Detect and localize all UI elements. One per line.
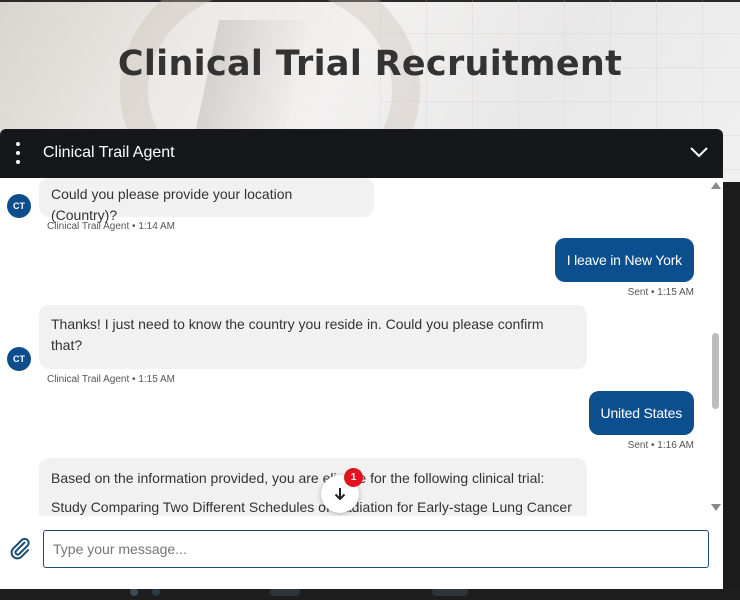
message-input[interactable]: [43, 530, 709, 568]
scrollbar-thumb[interactable]: [712, 333, 719, 409]
decoration-dot: [130, 588, 138, 596]
scrollbar[interactable]: [708, 178, 723, 516]
chat-header: Clinical Trail Agent: [0, 129, 723, 178]
user-message: I leave in New York: [554, 238, 694, 282]
scroll-down-icon[interactable]: [711, 504, 721, 511]
message-meta: Clinical Trail Agent • 1:15 AM: [47, 374, 176, 385]
background-decoration: [0, 588, 740, 600]
chat-title: Clinical Trail Agent: [43, 144, 175, 161]
chevron-down-icon[interactable]: [689, 143, 709, 161]
paperclip-icon[interactable]: [8, 536, 32, 560]
kebab-menu-icon[interactable]: [13, 142, 23, 164]
avatar: CT: [7, 194, 31, 218]
message-meta: Clinical Trail Agent • 1:14 AM: [47, 221, 176, 232]
composer: [0, 516, 723, 589]
chat-widget: Clinical Trail Agent CT Could you please…: [0, 129, 723, 589]
message-meta: Sent • 1:15 AM: [627, 287, 694, 298]
message-list[interactable]: CT Could you please provide your locatio…: [0, 178, 723, 516]
decoration-dot: [432, 588, 468, 596]
page-title: Clinical Trial Recruitment: [117, 44, 623, 84]
decoration-dot: [270, 588, 300, 596]
decoration-dot: [152, 588, 160, 596]
user-message: United States: [588, 391, 694, 435]
message-text-line: Based on the information provided, you a…: [51, 470, 545, 486]
arrow-down-icon: [334, 488, 346, 501]
message-text-line: Study Comparing Two Different Schedules …: [51, 499, 572, 515]
agent-message: Thanks! I just need to know the country …: [39, 305, 587, 369]
agent-message: Based on the information provided, you a…: [39, 458, 587, 516]
agent-message: Could you please provide your location (…: [39, 178, 374, 223]
scroll-up-icon[interactable]: [711, 182, 721, 189]
avatar: CT: [7, 347, 31, 371]
new-message-badge: 1: [344, 468, 363, 487]
message-meta: Sent • 1:16 AM: [627, 440, 694, 451]
